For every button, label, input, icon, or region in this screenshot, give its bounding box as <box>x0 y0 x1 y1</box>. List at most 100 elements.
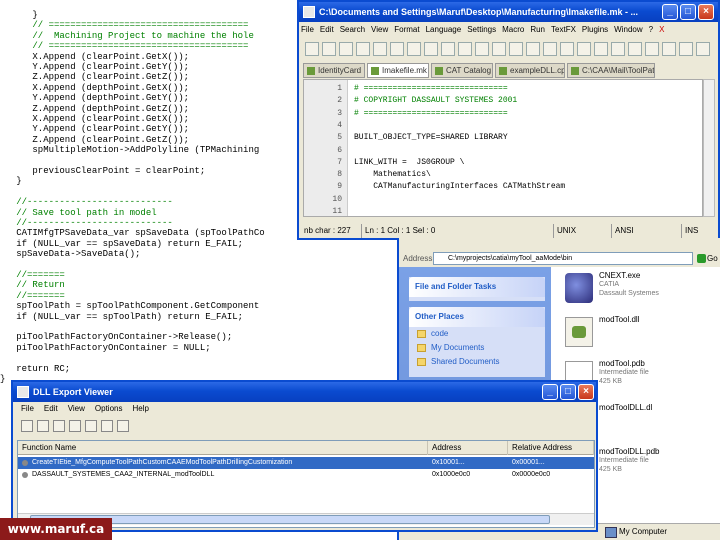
toolbar-icon[interactable] <box>475 42 489 56</box>
tab-2[interactable]: Imakefile.mk <box>367 63 429 78</box>
menu-item-window[interactable]: Window <box>614 25 642 34</box>
tab-1[interactable]: IdentityCard <box>303 63 365 78</box>
toolbar-icon[interactable] <box>645 42 659 56</box>
line-number: 2 <box>337 96 342 106</box>
code-line: //======= <box>0 270 65 280</box>
dll-menu-file[interactable]: File <box>21 404 34 413</box>
place-link-3[interactable]: Shared Documents <box>409 355 545 369</box>
file-folder-tasks-header[interactable]: File and Folder Tasks <box>409 277 545 297</box>
column-function-name[interactable]: Function Name <box>18 441 428 455</box>
address-field[interactable]: C:\myprojects\catia\myTool_aaMode\bin <box>433 252 693 265</box>
toolbar-icon[interactable] <box>356 42 370 56</box>
dll-toolbar <box>15 417 595 437</box>
menu-item-edit[interactable]: Edit <box>320 25 334 34</box>
toolbar-icon[interactable] <box>441 42 455 56</box>
line-number: 1 <box>337 84 342 93</box>
toolbar-icon[interactable] <box>492 42 506 56</box>
dll-close-button[interactable]: × <box>578 384 594 400</box>
toolbar-icon[interactable] <box>543 42 557 56</box>
toolbar-icon[interactable] <box>560 42 574 56</box>
menu-item-settings[interactable]: Settings <box>467 25 496 34</box>
toolbar-icon[interactable] <box>407 42 421 56</box>
dll-title-bar[interactable]: DLL Export Viewer <box>13 382 596 402</box>
dll-toolbar-icon[interactable] <box>53 420 65 432</box>
toolbar-icon[interactable] <box>509 42 523 56</box>
dll-menu-options[interactable]: Options <box>95 404 123 413</box>
toolbar-icon[interactable] <box>424 42 438 56</box>
file-item[interactable]: modTool.dll <box>565 313 720 353</box>
notepad-editor[interactable]: 1 2 3 4 5 6 7 8 9 10 11 # ========================… <box>303 79 703 217</box>
file-name: modTool.pdb <box>599 359 645 368</box>
place-label: Shared Documents <box>431 357 500 366</box>
menu-item-search[interactable]: Search <box>340 25 365 34</box>
dll-menu-view[interactable]: View <box>68 404 85 413</box>
dll-maximize-button[interactable]: □ <box>560 384 576 400</box>
code-line: // Save tool path in model <box>0 207 157 218</box>
dll-menu-help[interactable]: Help <box>132 404 148 413</box>
dll-toolbar-icon[interactable] <box>117 420 129 432</box>
menu-item-format[interactable]: Format <box>394 25 419 34</box>
code-line: } <box>0 176 22 187</box>
toolbar-icon[interactable] <box>390 42 404 56</box>
tab-3[interactable]: CAT Catalog <box>431 63 493 78</box>
menu-item-[interactable]: ? <box>649 25 653 34</box>
go-button[interactable]: Go <box>697 252 718 265</box>
menu-item-language[interactable]: Language <box>426 25 462 34</box>
dll-toolbar-icon[interactable] <box>101 420 113 432</box>
other-places-header[interactable]: Other Places <box>409 307 545 327</box>
dll-toolbar-icon[interactable] <box>37 420 49 432</box>
column-address[interactable]: Address <box>428 441 508 455</box>
toolbar-icon[interactable] <box>611 42 625 56</box>
toolbar-icon[interactable] <box>322 42 336 56</box>
file-item[interactable]: CNEXT.exe CATIA Dassault Systemes <box>565 269 720 309</box>
dll-toolbar-icon[interactable] <box>21 420 33 432</box>
minimize-button[interactable]: _ <box>662 4 678 20</box>
dll-toolbar-icon[interactable] <box>69 420 81 432</box>
cell-relative-address: 0x00001... <box>512 459 545 466</box>
menu-item-macro[interactable]: Macro <box>502 25 524 34</box>
toolbar-icon[interactable] <box>458 42 472 56</box>
dll-menu-edit[interactable]: Edit <box>44 404 58 413</box>
tab-5[interactable]: C:\CAA\Mail\ToolPathDr <box>567 63 655 78</box>
tab-4[interactable]: exampleDLL.cpp <box>495 63 565 78</box>
menu-item-plugins[interactable]: Plugins <box>582 25 608 34</box>
toolbar-icon[interactable] <box>696 42 710 56</box>
dll-minimize-button[interactable]: _ <box>542 384 558 400</box>
notepad-window[interactable]: C:\Documents and Settings\Maruf\Desktop\… <box>297 0 720 240</box>
code-line: Z.Append (clearPoint.GetZ()); <box>0 134 190 145</box>
dll-toolbar-icon[interactable] <box>85 420 97 432</box>
place-link-2[interactable]: My Documents <box>409 341 545 355</box>
editor-vertical-scrollbar[interactable] <box>703 79 715 217</box>
toolbar-icon[interactable] <box>577 42 591 56</box>
cell-function-name: CreateTIEtie_MfgComputeToolPathCustomCAA… <box>32 459 293 466</box>
toolbar-icon[interactable] <box>373 42 387 56</box>
exports-table[interactable]: Function Name Address Relative Address C… <box>17 440 595 528</box>
makefile-line: LINK_WITH = JS0GROUP \ <box>354 157 465 167</box>
toolbar-icon[interactable] <box>305 42 319 56</box>
toolbar-icon[interactable] <box>679 42 693 56</box>
toolbar-icon[interactable] <box>662 42 676 56</box>
notepad-title-bar[interactable]: C:\Documents and Settings\Maruf\Desktop\… <box>299 2 718 22</box>
toolbar-icon[interactable] <box>526 42 540 56</box>
close-document-button[interactable]: X <box>659 25 664 34</box>
table-row[interactable]: CreateTIEtie_MfgComputeToolPathCustomCAA… <box>18 457 594 469</box>
file-text: modTool.pdb Intermediate file 425 KB <box>599 359 649 386</box>
toolbar-icon[interactable] <box>628 42 642 56</box>
toolbar-icon[interactable] <box>594 42 608 56</box>
dll-export-viewer-window[interactable]: DLL Export Viewer _ □ × File Edit View Opti… <box>11 380 598 532</box>
column-relative-address[interactable]: Relative Address <box>508 441 594 455</box>
menu-item-view[interactable]: View <box>371 25 388 34</box>
line-number: 5 <box>337 133 342 143</box>
menu-item-file[interactable]: File <box>301 25 314 34</box>
menu-item-textfx[interactable]: TextFX <box>551 25 576 34</box>
toolbar-icon[interactable] <box>339 42 353 56</box>
menu-item-run[interactable]: Run <box>530 25 545 34</box>
maximize-button[interactable]: □ <box>680 4 696 20</box>
close-button[interactable]: × <box>698 4 714 20</box>
place-link-1[interactable]: code <box>409 327 545 341</box>
code-line: //======= <box>0 290 65 301</box>
table-row[interactable]: DASSAULT_SYSTEMES_CAA2_INTERNAL_modToolD… <box>18 469 594 481</box>
file-size: 425 KB <box>599 466 622 473</box>
cell-function-name: DASSAULT_SYSTEMES_CAA2_INTERNAL_modToolD… <box>32 471 215 478</box>
file-folder-tasks-panel[interactable]: File and Folder Tasks <box>409 277 545 301</box>
